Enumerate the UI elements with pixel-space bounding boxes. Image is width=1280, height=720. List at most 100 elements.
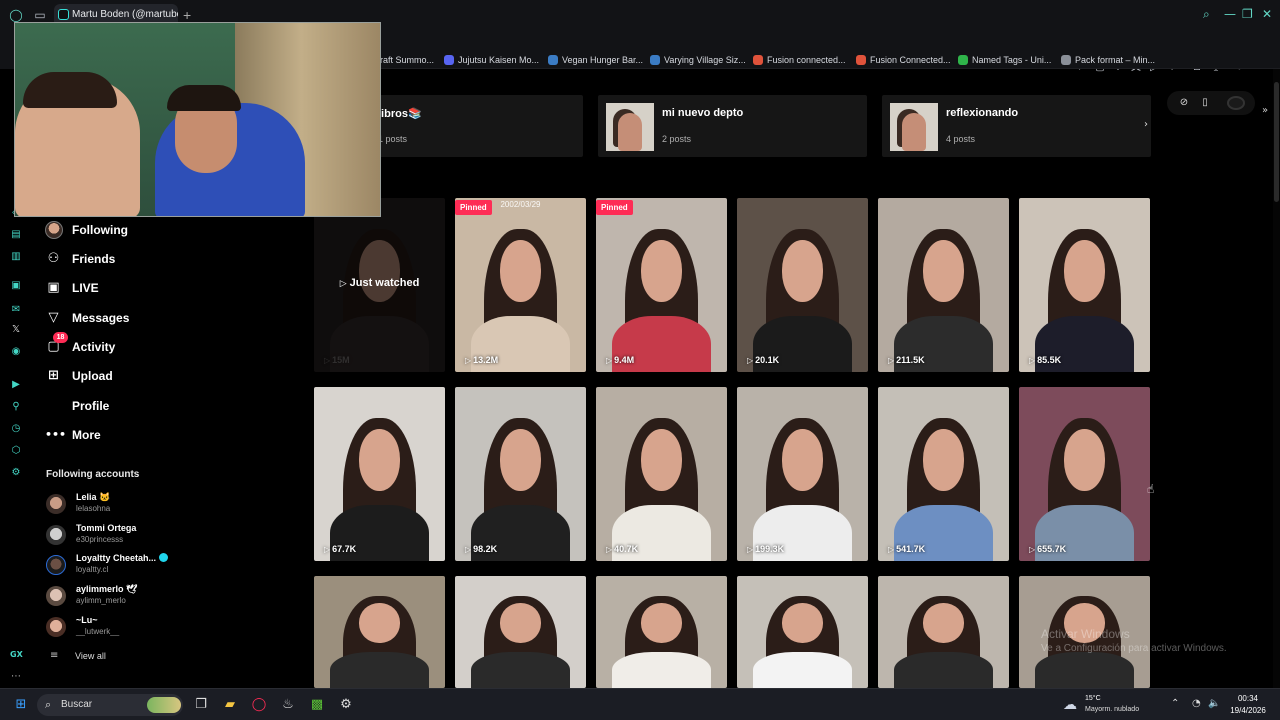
gx-music-icon[interactable]: ▥ [10,251,22,263]
video-thumbnail[interactable] [455,576,586,688]
x-twitter-icon[interactable]: 𝕏 [10,324,22,336]
nav-more[interactable]: ••• More [44,425,101,445]
video-thumbnail[interactable]: ▷ 67.7K [314,387,445,561]
play-icon: ▷ [1029,356,1036,365]
video-thumbnail[interactable]: ▷ 40.7K [596,387,727,561]
account-handle: lelasohna [76,504,111,513]
nav-following[interactable]: Following [44,220,128,240]
collection-card[interactable]: reflexionando 4 posts [882,95,1151,157]
play-icon: ▷ [465,356,472,365]
pin-icon[interactable]: ⚲ [10,401,22,413]
collection-count: 1 posts [378,134,408,144]
collection-card[interactable]: mi nuevo depto 2 posts [598,95,867,157]
view-count: ▷ 40.7K [606,544,639,554]
file-explorer-icon[interactable]: ▰ [222,697,238,713]
nav-profile[interactable]: Profile [44,396,109,416]
verified-badge-icon [159,553,169,562]
person-right [155,85,305,216]
compass-icon[interactable]: ⊘ [1177,96,1191,110]
nav-friends[interactable]: ⚇ Friends [44,249,116,269]
chevron-right-icon[interactable]: › [1144,119,1156,133]
collection-title: libros📚 [378,108,422,120]
video-thumbnail[interactable]: ▷ 85.5K [1019,198,1150,372]
nav-live[interactable]: ▣ LIVE [44,278,99,298]
minimize-icon[interactable]: — [1224,7,1236,21]
avatar [46,494,66,514]
nav-label: LIVE [72,281,99,295]
bookmark-item[interactable]: Fusion connected... [753,53,846,67]
player-icon[interactable]: ▶ [10,379,22,391]
windows-start-icon[interactable]: ⊞ [13,697,29,713]
play-icon: ▷ [888,545,895,554]
video-thumbnail[interactable] [878,576,1009,688]
taskbar-search[interactable]: ⌕ Buscar [37,694,183,716]
video-thumbnail[interactable]: Pinned 2002/03/29 ▷ 13.2M [455,198,586,372]
video-thumbnail[interactable] [596,576,727,688]
chevron-up-icon[interactable]: ⌃ [1171,698,1179,709]
clock[interactable]: 00:34 19/4/2026 [1226,693,1270,717]
view-count: ▷ 98.2K [465,544,498,554]
fusion-favicon-icon [753,55,763,65]
close-icon[interactable]: ✕ [1262,7,1272,21]
toggle-icon[interactable] [1227,96,1245,110]
video-caption: 2002/03/29 [500,200,541,209]
account-handle: loyaltty.cl [76,565,109,574]
search-tabs-icon[interactable]: ⌕ [1203,7,1210,22]
bookmark-item[interactable]: Jujutsu Kaisen Mo... [444,53,539,67]
discord-icon[interactable]: ◉ [10,346,22,358]
video-thumbnail[interactable]: ▷ 199.3K [737,387,868,561]
video-thumbnail[interactable]: ▷ 98.2K [455,387,586,561]
view-count: ▷ 9.4M [606,355,635,365]
task-view-icon[interactable]: ❐ [193,697,209,713]
bookmark-item[interactable]: Varying Village Siz... [650,53,746,67]
wifi-icon[interactable]: ◔ [1192,698,1201,709]
video-thumbnail[interactable] [314,576,445,688]
view-count: ▷ 67.7K [324,544,357,554]
view-count: ▷ 655.7K [1029,544,1067,554]
weather-widget[interactable]: ☁ 15°C Mayorm. nublado [1063,693,1163,717]
bookmarks-overflow-icon[interactable]: » [1262,105,1268,116]
account-name: Lelia 🐱 [76,492,111,502]
video-thumbnail[interactable]: Pinned ▷ 9.4M [596,198,727,372]
view-count: ▷ 199.3K [747,544,785,554]
nav-activity[interactable]: ▢ 18 Activity [44,332,115,357]
more-dots-icon[interactable]: ⋯ [10,671,22,683]
video-thumbnail[interactable]: ▷ 541.7K [878,387,1009,561]
video-thumbnail[interactable] [737,576,868,688]
extensions-icon[interactable]: ⬡ [10,445,22,457]
messenger-icon[interactable]: ✉ [10,304,22,316]
bookmark-item[interactable]: Vegan Hunger Bar... [548,53,643,67]
opera-gx-taskbar-icon[interactable]: ◯ [251,697,267,713]
view-all-button[interactable]: ≡ View all [50,650,106,661]
gx-corner-icon[interactable]: ▤ [10,229,22,241]
nav-messages[interactable]: ▽ Messages [44,308,130,328]
restore-icon[interactable]: ❐ [1242,7,1253,21]
video-thumbnail[interactable]: ▷ 655.7K [1019,387,1150,561]
avatar [46,586,66,606]
twitch-icon[interactable]: ▣ [10,280,22,292]
search-icon: ⌕ [45,698,52,711]
tab-islands-icon[interactable]: ▭ [32,7,48,23]
bookmark-item[interactable]: Named Tags - Uni... [958,53,1051,67]
video-thumbnail[interactable]: ▷ 211.5K [878,198,1009,372]
bookmark-item[interactable]: Pack format – Min... [1061,53,1155,67]
friends-icon: ⚇ [47,251,60,266]
floating-tools: ⊘ ▯ [1167,91,1255,115]
opera-gx-logo-icon[interactable]: ◯ [8,7,24,23]
list-icon: ≡ [50,650,59,661]
following-accounts-title: Following accounts [46,469,140,480]
app-icon[interactable]: ⚙ [338,697,354,713]
history-icon[interactable]: ◷ [10,423,22,435]
new-tab-button[interactable]: + [183,7,191,23]
steam-icon[interactable]: ♨ [280,697,296,713]
nav-upload[interactable]: ⊞ Upload [44,366,113,386]
phone-icon[interactable]: ▯ [1198,96,1212,110]
play-icon: ▷ [324,545,331,554]
settings-icon[interactable]: ⚙ [10,467,22,479]
volume-icon[interactable]: 🔈 [1208,698,1220,709]
video-thumbnail[interactable]: ▷ 20.1K [737,198,868,372]
scrollbar-thumb[interactable] [1274,82,1279,202]
pinned-badge: Pinned [596,200,633,215]
minecraft-icon[interactable]: ▩ [309,697,325,713]
bookmark-item[interactable]: Fusion Connected... [856,53,951,67]
